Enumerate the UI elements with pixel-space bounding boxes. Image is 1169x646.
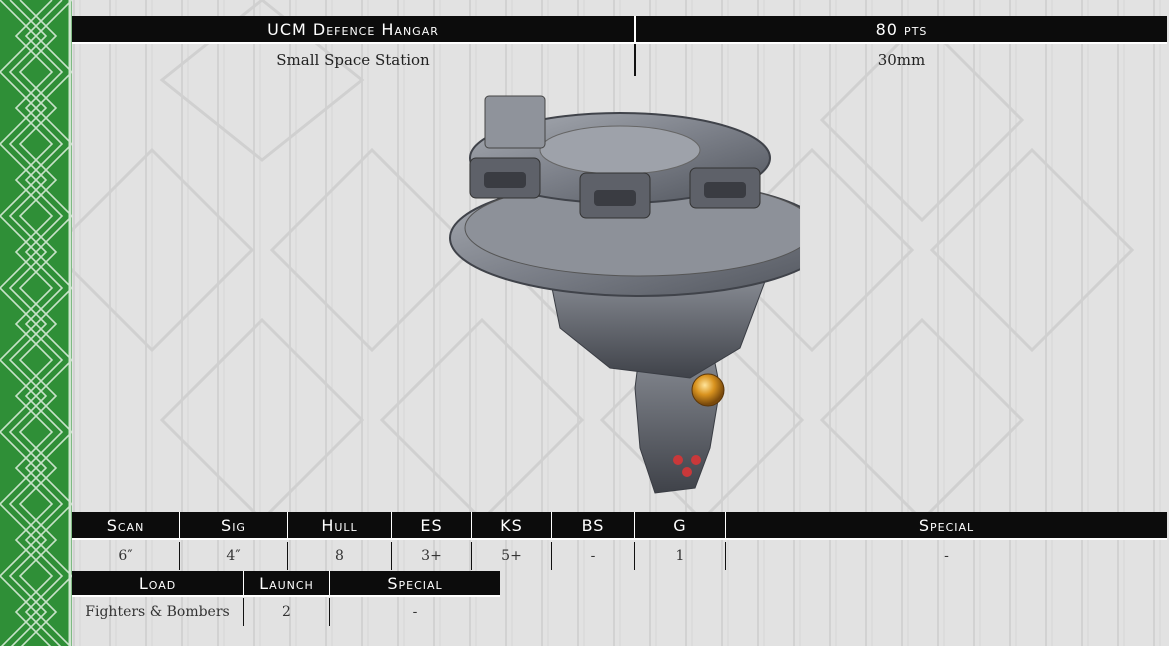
stat-header-sig: Sig bbox=[180, 512, 288, 538]
decorative-side-border bbox=[0, 0, 72, 646]
launch-values-row: Fighters & Bombers 2 - bbox=[72, 598, 500, 626]
base-size-cell: 30mm bbox=[636, 44, 1167, 76]
stat-value-scan: 6″ bbox=[72, 542, 180, 570]
launch-header-special: Special bbox=[387, 573, 443, 593]
points-header: 80 pts bbox=[636, 16, 1167, 44]
stat-value-special: - bbox=[944, 548, 949, 564]
launch-header-load: Load bbox=[72, 571, 244, 595]
stat-value-hull: 8 bbox=[288, 542, 392, 570]
unit-type-cell: Small Space Station bbox=[72, 44, 634, 76]
stats-values-row: 6″ 4″ 8 3+ 5+ - 1 - bbox=[72, 542, 1167, 570]
stat-value-sig: 4″ bbox=[180, 542, 288, 570]
stat-header-scan: Scan bbox=[72, 512, 180, 538]
stat-value-es: 3+ bbox=[392, 542, 472, 570]
space-station-miniature-image bbox=[449, 95, 800, 494]
launch-value-load: Fighters & Bombers bbox=[72, 598, 244, 626]
stat-header-g: G bbox=[635, 512, 726, 538]
base-size: 30mm bbox=[877, 51, 926, 69]
stat-header-bs: BS bbox=[552, 512, 635, 538]
stat-value-ks: 5+ bbox=[472, 542, 552, 570]
stat-value-bs: - bbox=[552, 542, 635, 570]
launch-header-launch: Launch bbox=[244, 571, 330, 595]
stat-header-ks: KS bbox=[472, 512, 552, 538]
unit-name-header: UCM Defence Hangar bbox=[72, 16, 634, 44]
launch-value-launch: 2 bbox=[244, 598, 330, 626]
unit-points: 80 pts bbox=[875, 19, 928, 39]
unit-type: Small Space Station bbox=[276, 51, 430, 69]
stats-header-row: Scan Sig Hull ES KS BS G Special bbox=[72, 512, 1167, 540]
unit-name: UCM Defence Hangar bbox=[267, 19, 439, 39]
launch-value-special: - bbox=[412, 604, 418, 620]
stat-header-es: ES bbox=[392, 512, 472, 538]
stat-header-special: Special bbox=[918, 515, 975, 535]
stat-header-hull: Hull bbox=[288, 512, 392, 538]
stat-value-g: 1 bbox=[635, 542, 726, 570]
launch-header-row: Load Launch Special bbox=[72, 571, 500, 597]
